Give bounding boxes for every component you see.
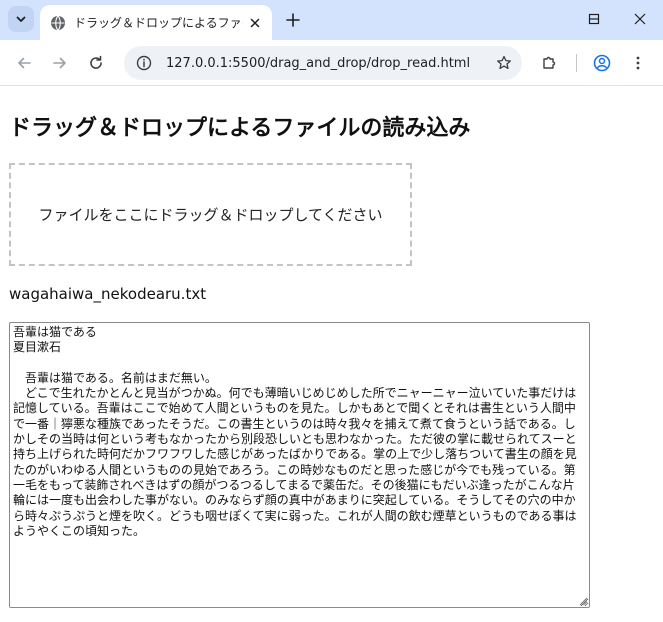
drop-zone[interactable]: ファイルをここにドラッグ＆ドロップしてください xyxy=(9,163,412,266)
new-tab-button[interactable] xyxy=(283,10,303,30)
puzzle-icon xyxy=(543,56,556,69)
file-content-textarea[interactable]: 吾輩は猫である 夏目漱石 吾輩は猫である。名前はまだ無い。 どこで生れたかとんと… xyxy=(9,322,590,608)
site-info-icon[interactable] xyxy=(136,55,152,71)
toolbar-divider xyxy=(576,54,577,72)
forward-button[interactable] xyxy=(48,51,72,75)
reload-icon xyxy=(90,55,102,69)
resize-grip-icon[interactable] xyxy=(578,596,588,606)
close-icon xyxy=(634,13,646,25)
browser-toolbar: 127.0.0.1:5500/drag_and_drop/drop_read.h… xyxy=(0,40,663,86)
close-icon xyxy=(251,18,260,27)
arrow-right-icon xyxy=(53,57,66,69)
tab-strip: ドラッグ＆ドロップによるファイルの読 xyxy=(0,0,663,40)
page-content: ドラッグ＆ドロップによるファイルの読み込み ファイルをここにドラッグ＆ドロップし… xyxy=(0,86,663,622)
profile-icon xyxy=(593,54,611,72)
tab-title: ドラッグ＆ドロップによるファイルの読 xyxy=(74,16,243,30)
file-name: wagahaiwa_nekodearu.txt xyxy=(9,285,207,303)
url-text[interactable]: 127.0.0.1:5500/drag_and_drop/drop_read.h… xyxy=(166,56,496,71)
profile-button[interactable] xyxy=(590,51,614,75)
browser-tab[interactable]: ドラッグ＆ドロップによるファイルの読 xyxy=(40,5,272,40)
maximize-icon xyxy=(588,13,600,25)
reload-button[interactable] xyxy=(84,51,108,75)
kebab-menu-icon xyxy=(636,56,640,70)
address-bar[interactable]: 127.0.0.1:5500/drag_and_drop/drop_read.h… xyxy=(124,46,522,80)
drop-zone-text: ファイルをここにドラッグ＆ドロップしてください xyxy=(38,206,383,224)
menu-button[interactable] xyxy=(626,51,650,75)
close-window-button[interactable] xyxy=(617,0,663,38)
tab-search-button[interactable] xyxy=(8,6,34,32)
plus-icon xyxy=(286,13,300,27)
extensions-button[interactable] xyxy=(537,51,561,75)
page-title: ドラッグ＆ドロップによるファイルの読み込み xyxy=(9,116,471,141)
tab-close-button[interactable] xyxy=(247,14,264,32)
back-button[interactable] xyxy=(12,51,36,75)
star-icon[interactable] xyxy=(496,55,512,71)
maximize-button[interactable] xyxy=(571,0,617,38)
globe-icon xyxy=(51,15,65,30)
chevron-down-icon xyxy=(16,16,26,22)
arrow-left-icon xyxy=(18,57,31,69)
